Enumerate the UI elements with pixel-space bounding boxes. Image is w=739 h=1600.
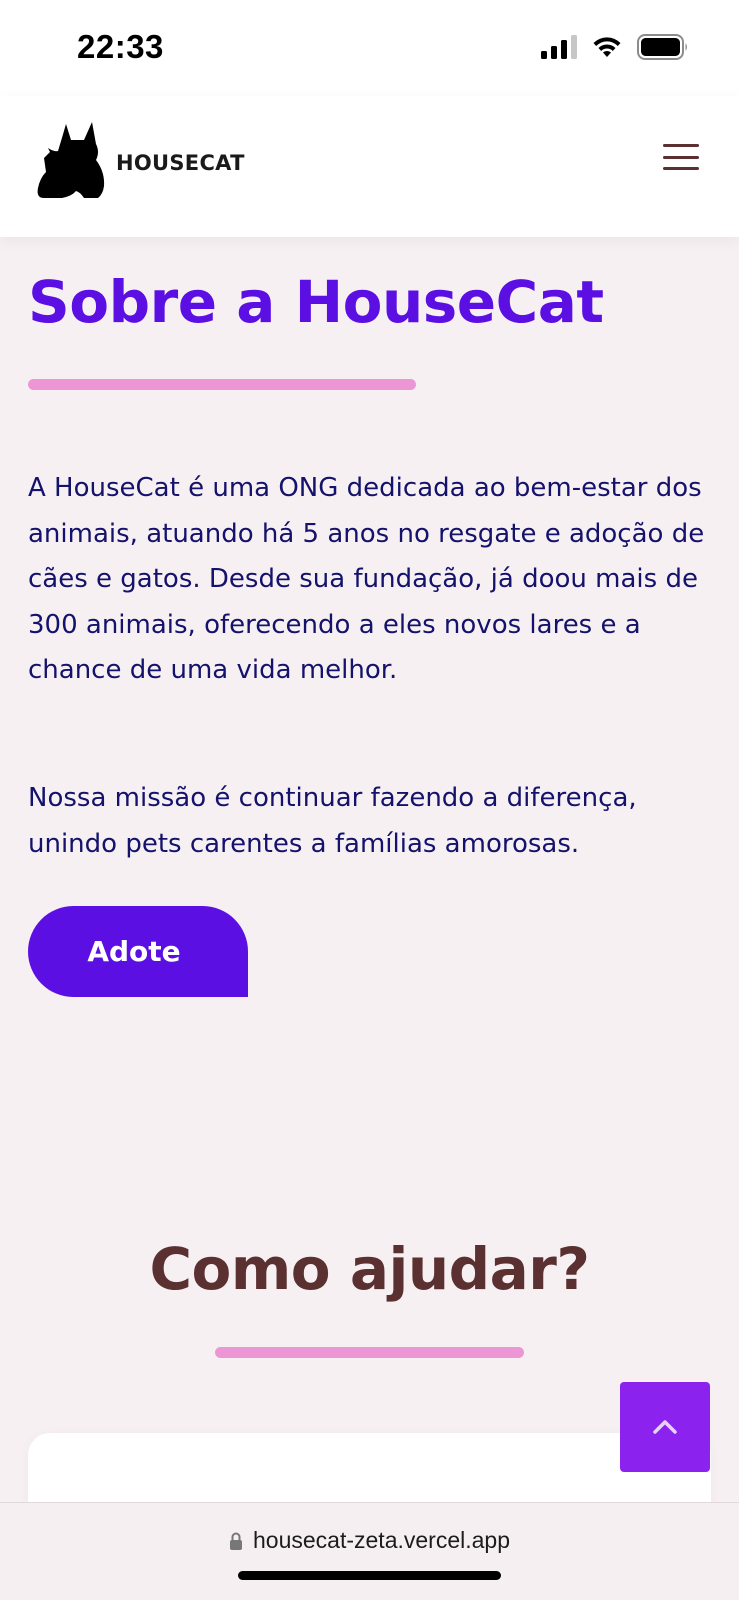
url-display[interactable]: housecat-zeta.vercel.app <box>0 1527 739 1554</box>
site-header: HOUSECAT <box>0 96 739 237</box>
help-title-underline <box>215 1347 524 1358</box>
about-title-underline <box>28 379 416 390</box>
url-text: housecat-zeta.vercel.app <box>253 1527 510 1553</box>
cat-icon <box>37 122 105 198</box>
adopt-button[interactable]: Adote <box>28 906 248 997</box>
chevron-up-icon <box>653 1420 677 1434</box>
home-indicator <box>238 1571 501 1580</box>
scroll-to-top-button[interactable] <box>620 1382 710 1472</box>
battery-icon <box>637 34 687 60</box>
about-paragraph-1: A HouseCat é uma ONG dedicada ao bem-est… <box>28 473 705 685</box>
hamburger-menu-icon-line <box>663 144 699 147</box>
status-icons <box>541 34 689 60</box>
logo[interactable]: HOUSECAT <box>36 118 245 200</box>
wifi-icon <box>593 37 621 57</box>
help-title: Como ajudar? <box>149 1235 590 1303</box>
status-time: 22:33 <box>77 28 164 65</box>
lock-icon <box>230 1532 242 1550</box>
browser-address-bar[interactable]: housecat-zeta.vercel.app <box>0 1502 739 1600</box>
hamburger-menu-icon-line <box>663 167 699 170</box>
about-paragraph-2: Nossa missão é continuar fazendo a difer… <box>28 783 637 859</box>
status-bar: 22:33 <box>0 0 739 96</box>
hamburger-menu-button[interactable] <box>663 142 699 172</box>
about-title: Sobre a HouseCat <box>28 268 604 336</box>
hamburger-menu-icon-line <box>663 155 699 159</box>
signal-icon <box>541 35 577 59</box>
logo-text: HOUSECAT <box>116 151 245 175</box>
